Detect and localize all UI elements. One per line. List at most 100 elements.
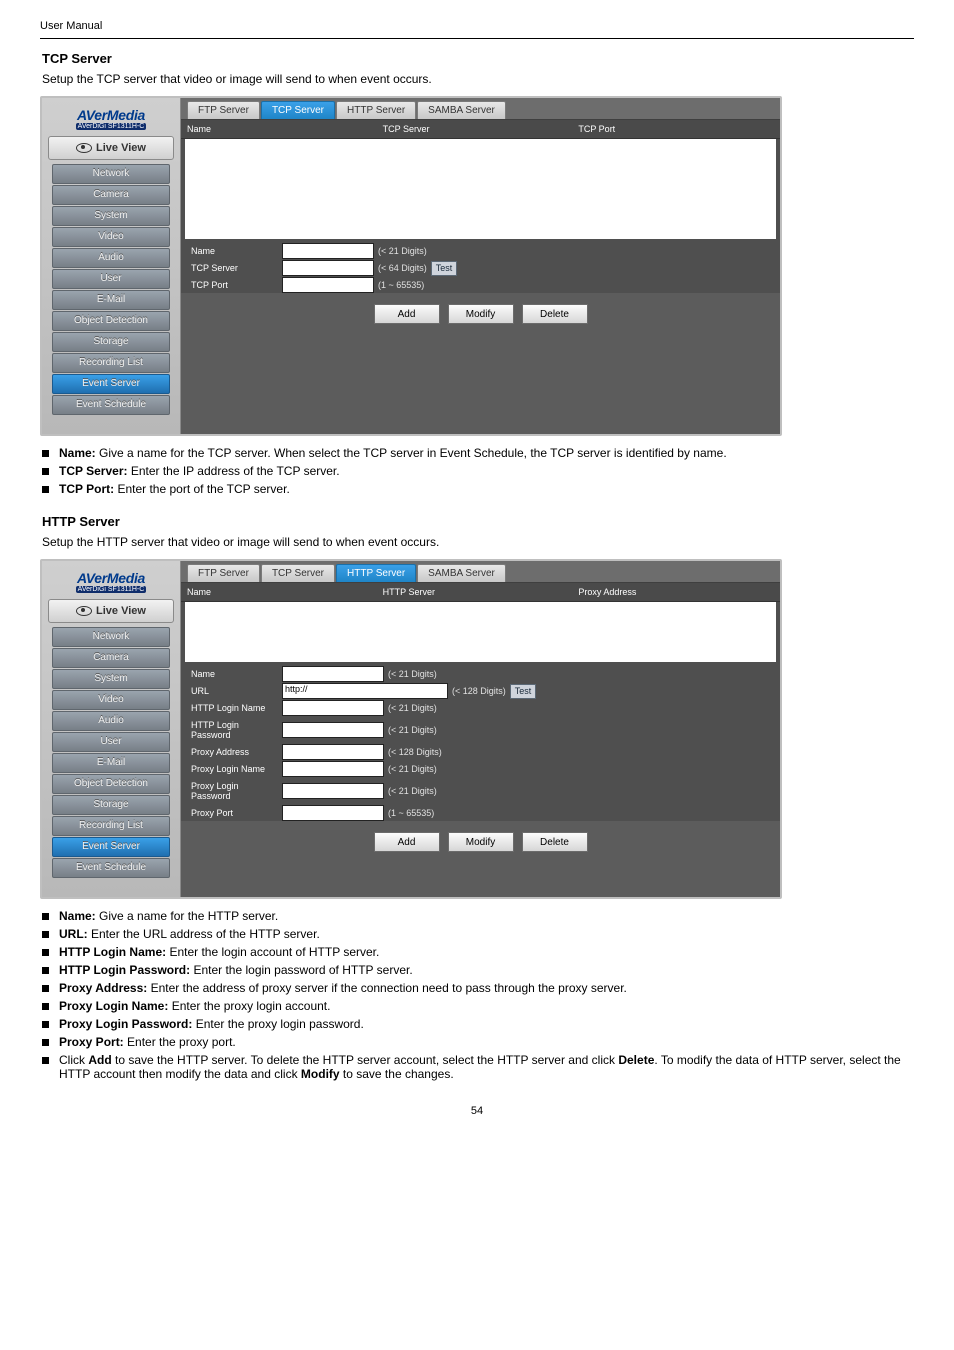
form-input[interactable] [282, 805, 384, 821]
section-title-http: HTTP Server [42, 514, 914, 529]
form-row-http-login-password: HTTP Login Password(< 21 Digits) [185, 717, 776, 743]
form-hint: (< 21 Digits) [378, 246, 427, 256]
form-row-proxy-login-password: Proxy Login Password (< 21 Digits) [185, 778, 776, 804]
form-input[interactable]: http:// [282, 683, 448, 699]
modify-button[interactable]: Modify [448, 832, 514, 852]
sidebar-item-e-mail[interactable]: E-Mail [52, 753, 170, 773]
form-label: HTTP Login Name [185, 700, 282, 716]
sidebar-item-event-schedule[interactable]: Event Schedule [52, 858, 170, 878]
sidebar-item-system[interactable]: System [52, 206, 170, 226]
sidebar-item-recording-list[interactable]: Recording List [52, 816, 170, 836]
bullet-icon [42, 486, 49, 493]
form-input[interactable] [282, 722, 384, 738]
form-label: URL [185, 683, 282, 699]
tab-samba-server[interactable]: SAMBA Server [417, 101, 506, 119]
delete-button[interactable]: Delete [522, 832, 588, 852]
bullet-text: URL: Enter the URL address of the HTTP s… [59, 927, 320, 941]
form-label: Name [185, 243, 282, 259]
eye-icon [76, 606, 92, 616]
tab-http-server[interactable]: HTTP Server [336, 101, 416, 119]
form-input[interactable] [282, 783, 384, 799]
col-tcp-server: TCP Server [383, 124, 579, 134]
bullet-item: Proxy Login Password: Enter the proxy lo… [42, 1017, 914, 1031]
test-button[interactable]: Test [431, 261, 458, 276]
sidebar-item-audio[interactable]: Audio [52, 711, 170, 731]
bullet-text: HTTP Login Password: Enter the login pas… [59, 963, 413, 977]
form-input[interactable] [282, 243, 374, 259]
form-input[interactable] [282, 700, 384, 716]
tab-http-server[interactable]: HTTP Server [336, 564, 416, 582]
delete-button[interactable]: Delete [522, 304, 588, 324]
doc-title: User Manual [40, 20, 102, 32]
bullet-item: TCP Server: Enter the IP address of the … [42, 464, 914, 478]
sidebar-item-object-detection[interactable]: Object Detection [52, 774, 170, 794]
form-input[interactable] [282, 666, 384, 682]
logo-sub: AVerDiGi SF1311H-C [76, 586, 147, 593]
bullet-item: URL: Enter the URL address of the HTTP s… [42, 927, 914, 941]
col-tcp-port: TCP Port [578, 124, 774, 134]
form-hint: (< 21 Digits) [388, 786, 437, 796]
form-label: Proxy Address [185, 744, 282, 760]
bullet-text: Click Add to save the HTTP server. To de… [59, 1053, 914, 1081]
logo: AVerMedia AVerDiGi SF1311H-C [46, 567, 176, 595]
live-view-button[interactable]: Live View [48, 599, 174, 623]
sidebar-item-event-server[interactable]: Event Server [52, 837, 170, 857]
app-frame-tcp: AVerMedia AVerDiGi SF1311H-C Live View N… [40, 96, 782, 436]
form-label: TCP Port [185, 277, 282, 293]
col-name: Name [187, 587, 383, 597]
sidebar-item-e-mail[interactable]: E-Mail [52, 290, 170, 310]
tab-tcp-server[interactable]: TCP Server [261, 564, 335, 582]
sidebar-item-video[interactable]: Video [52, 227, 170, 247]
form-input[interactable] [282, 260, 374, 276]
bullet-item: Proxy Port: Enter the proxy port. [42, 1035, 914, 1049]
form-input[interactable] [282, 761, 384, 777]
bullet-item: Name: Give a name for the TCP server. Wh… [42, 446, 914, 460]
form-label: Proxy Login Password [185, 778, 282, 804]
test-button[interactable]: Test [510, 684, 537, 699]
form-row-proxy-address: Proxy Address (< 128 Digits) [185, 744, 776, 760]
tab-ftp-server[interactable]: FTP Server [187, 564, 260, 582]
sidebar-item-system[interactable]: System [52, 669, 170, 689]
sidebar-item-audio[interactable]: Audio [52, 248, 170, 268]
sidebar-item-network[interactable]: Network [52, 164, 170, 184]
bullet-text: TCP Server: Enter the IP address of the … [59, 464, 340, 478]
form-input[interactable] [282, 744, 384, 760]
bullet-text: Proxy Address: Enter the address of prox… [59, 981, 627, 995]
sidebar: AVerMedia AVerDiGi SF1311H-C Live View N… [42, 98, 181, 434]
bullet-text: Name: Give a name for the HTTP server. [59, 909, 278, 923]
add-button[interactable]: Add [374, 304, 440, 324]
sidebar-item-event-server[interactable]: Event Server [52, 374, 170, 394]
table-header: NameTCP ServerTCP Port [181, 120, 780, 139]
form-hint: (< 128 Digits) [388, 747, 442, 757]
sidebar-item-network[interactable]: Network [52, 627, 170, 647]
modify-button[interactable]: Modify [448, 304, 514, 324]
sidebar-item-object-detection[interactable]: Object Detection [52, 311, 170, 331]
sidebar-item-camera[interactable]: Camera [52, 185, 170, 205]
sidebar-item-storage[interactable]: Storage [52, 795, 170, 815]
sidebar-item-storage[interactable]: Storage [52, 332, 170, 352]
bullet-icon [42, 1057, 49, 1064]
bullet-icon [42, 949, 49, 956]
bullet-item: Proxy Login Name: Enter the proxy login … [42, 999, 914, 1013]
tab-samba-server[interactable]: SAMBA Server [417, 564, 506, 582]
sidebar-item-user[interactable]: User [52, 732, 170, 752]
tab-ftp-server[interactable]: FTP Server [187, 101, 260, 119]
main-panel: FTP ServerTCP ServerHTTP ServerSAMBA Ser… [181, 98, 780, 434]
live-view-button[interactable]: Live View [48, 136, 174, 160]
logo-text: AVerMedia [77, 107, 145, 123]
sidebar-item-video[interactable]: Video [52, 690, 170, 710]
main-panel: FTP ServerTCP ServerHTTP ServerSAMBA Ser… [181, 561, 780, 897]
sidebar-item-event-schedule[interactable]: Event Schedule [52, 395, 170, 415]
add-button[interactable]: Add [374, 832, 440, 852]
action-bar: Add Modify Delete [181, 822, 780, 860]
sidebar-item-recording-list[interactable]: Recording List [52, 353, 170, 373]
sidebar-item-user[interactable]: User [52, 269, 170, 289]
bullet-item: HTTP Login Name: Enter the login account… [42, 945, 914, 959]
form-input[interactable] [282, 277, 374, 293]
tab-tcp-server[interactable]: TCP Server [261, 101, 335, 119]
form-hint: (< 64 Digits) [378, 263, 427, 273]
eye-icon [76, 143, 92, 153]
sidebar-item-camera[interactable]: Camera [52, 648, 170, 668]
form-label: TCP Server [185, 260, 282, 276]
logo-sub: AVerDiGi SF1311H-C [76, 123, 147, 130]
